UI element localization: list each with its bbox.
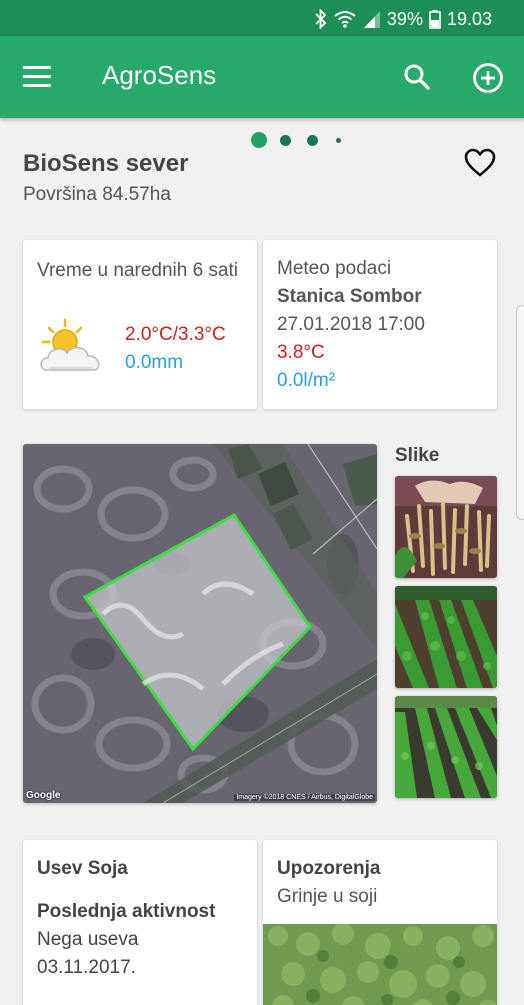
meteo-precipitation: 0.0l/m² <box>277 370 336 391</box>
search-icon[interactable] <box>402 62 432 92</box>
photo-thumbnail[interactable] <box>395 696 497 798</box>
last-activity-date: 03.11.2017. <box>37 957 136 978</box>
map-imagery-credit: Imagery ©2018 CNES / Airbus, DigitalGlob… <box>234 794 375 801</box>
last-activity-label: Poslednja aktivnost <box>37 901 216 922</box>
soy-field-rows-photo <box>395 586 497 688</box>
warnings-card[interactable]: Upozorenja Grinje u soji <box>263 840 497 1005</box>
soy-seedlings-photo <box>395 696 497 798</box>
google-logo: Google <box>26 790 61 801</box>
warning-text: Grinje u soji <box>277 886 378 907</box>
partly-cloudy-icon <box>37 318 109 376</box>
clock: 19.03 <box>446 8 492 29</box>
battery-icon <box>429 9 441 29</box>
crop-card[interactable]: Usev Soja Poslednja aktivnost Nega useva… <box>23 840 257 1005</box>
weather-temperature: 2.0°C/3.3°C <box>125 324 226 345</box>
weather-title: Vreme u narednih 6 sati <box>37 260 239 281</box>
photos-title: Slike <box>395 445 440 466</box>
warnings-title: Upozorenja <box>277 858 381 879</box>
weather-precipitation: 0.0mm <box>125 352 184 373</box>
meteo-title: Meteo podaci <box>277 258 392 279</box>
meteo-temperature: 3.8°C <box>277 342 325 363</box>
menu-icon[interactable] <box>22 62 52 92</box>
page-dot[interactable] <box>307 135 318 146</box>
crop-title: Usev Soja <box>37 858 128 879</box>
app-bar: AgroSens <box>0 36 524 118</box>
weather-card[interactable]: Vreme u narednih 6 sati 2.0°C/3.3°C 0.0m… <box>23 240 257 409</box>
meteo-card[interactable]: Meteo podaci Stanica Sombor 27.01.2018 1… <box>263 240 497 409</box>
status-bar: 39% 19.03 <box>0 0 524 36</box>
edge-panel-handle[interactable] <box>516 305 524 520</box>
heart-icon[interactable] <box>464 148 496 178</box>
field-name: BioSens sever <box>23 150 189 177</box>
battery-percent: 39% <box>386 8 423 29</box>
soy-roots-photo <box>395 476 497 578</box>
satellite-image <box>23 444 377 803</box>
warning-photo <box>263 923 497 1005</box>
photo-thumbnail[interactable] <box>395 586 497 688</box>
bluetooth-icon <box>315 9 327 29</box>
app-title: AgroSens <box>102 60 217 90</box>
last-activity: Nega useva <box>37 929 139 950</box>
field-map[interactable]: Google Imagery ©2018 CNES / Airbus, Digi… <box>23 444 377 803</box>
signal-icon <box>363 9 381 29</box>
status-icons: 39% 19.03 <box>315 8 492 30</box>
field-area: Površina 84.57ha <box>23 184 171 205</box>
page-indicator[interactable] <box>250 131 350 149</box>
wifi-icon <box>333 9 357 29</box>
add-icon[interactable] <box>472 62 504 94</box>
page-dot-active[interactable] <box>251 132 267 148</box>
photo-thumbnail[interactable] <box>395 476 497 578</box>
page-dot[interactable] <box>280 135 291 146</box>
meteo-station: Stanica Sombor <box>277 286 422 307</box>
meteo-datetime: 27.01.2018 17:00 <box>277 314 425 335</box>
page-dot[interactable] <box>336 138 341 143</box>
